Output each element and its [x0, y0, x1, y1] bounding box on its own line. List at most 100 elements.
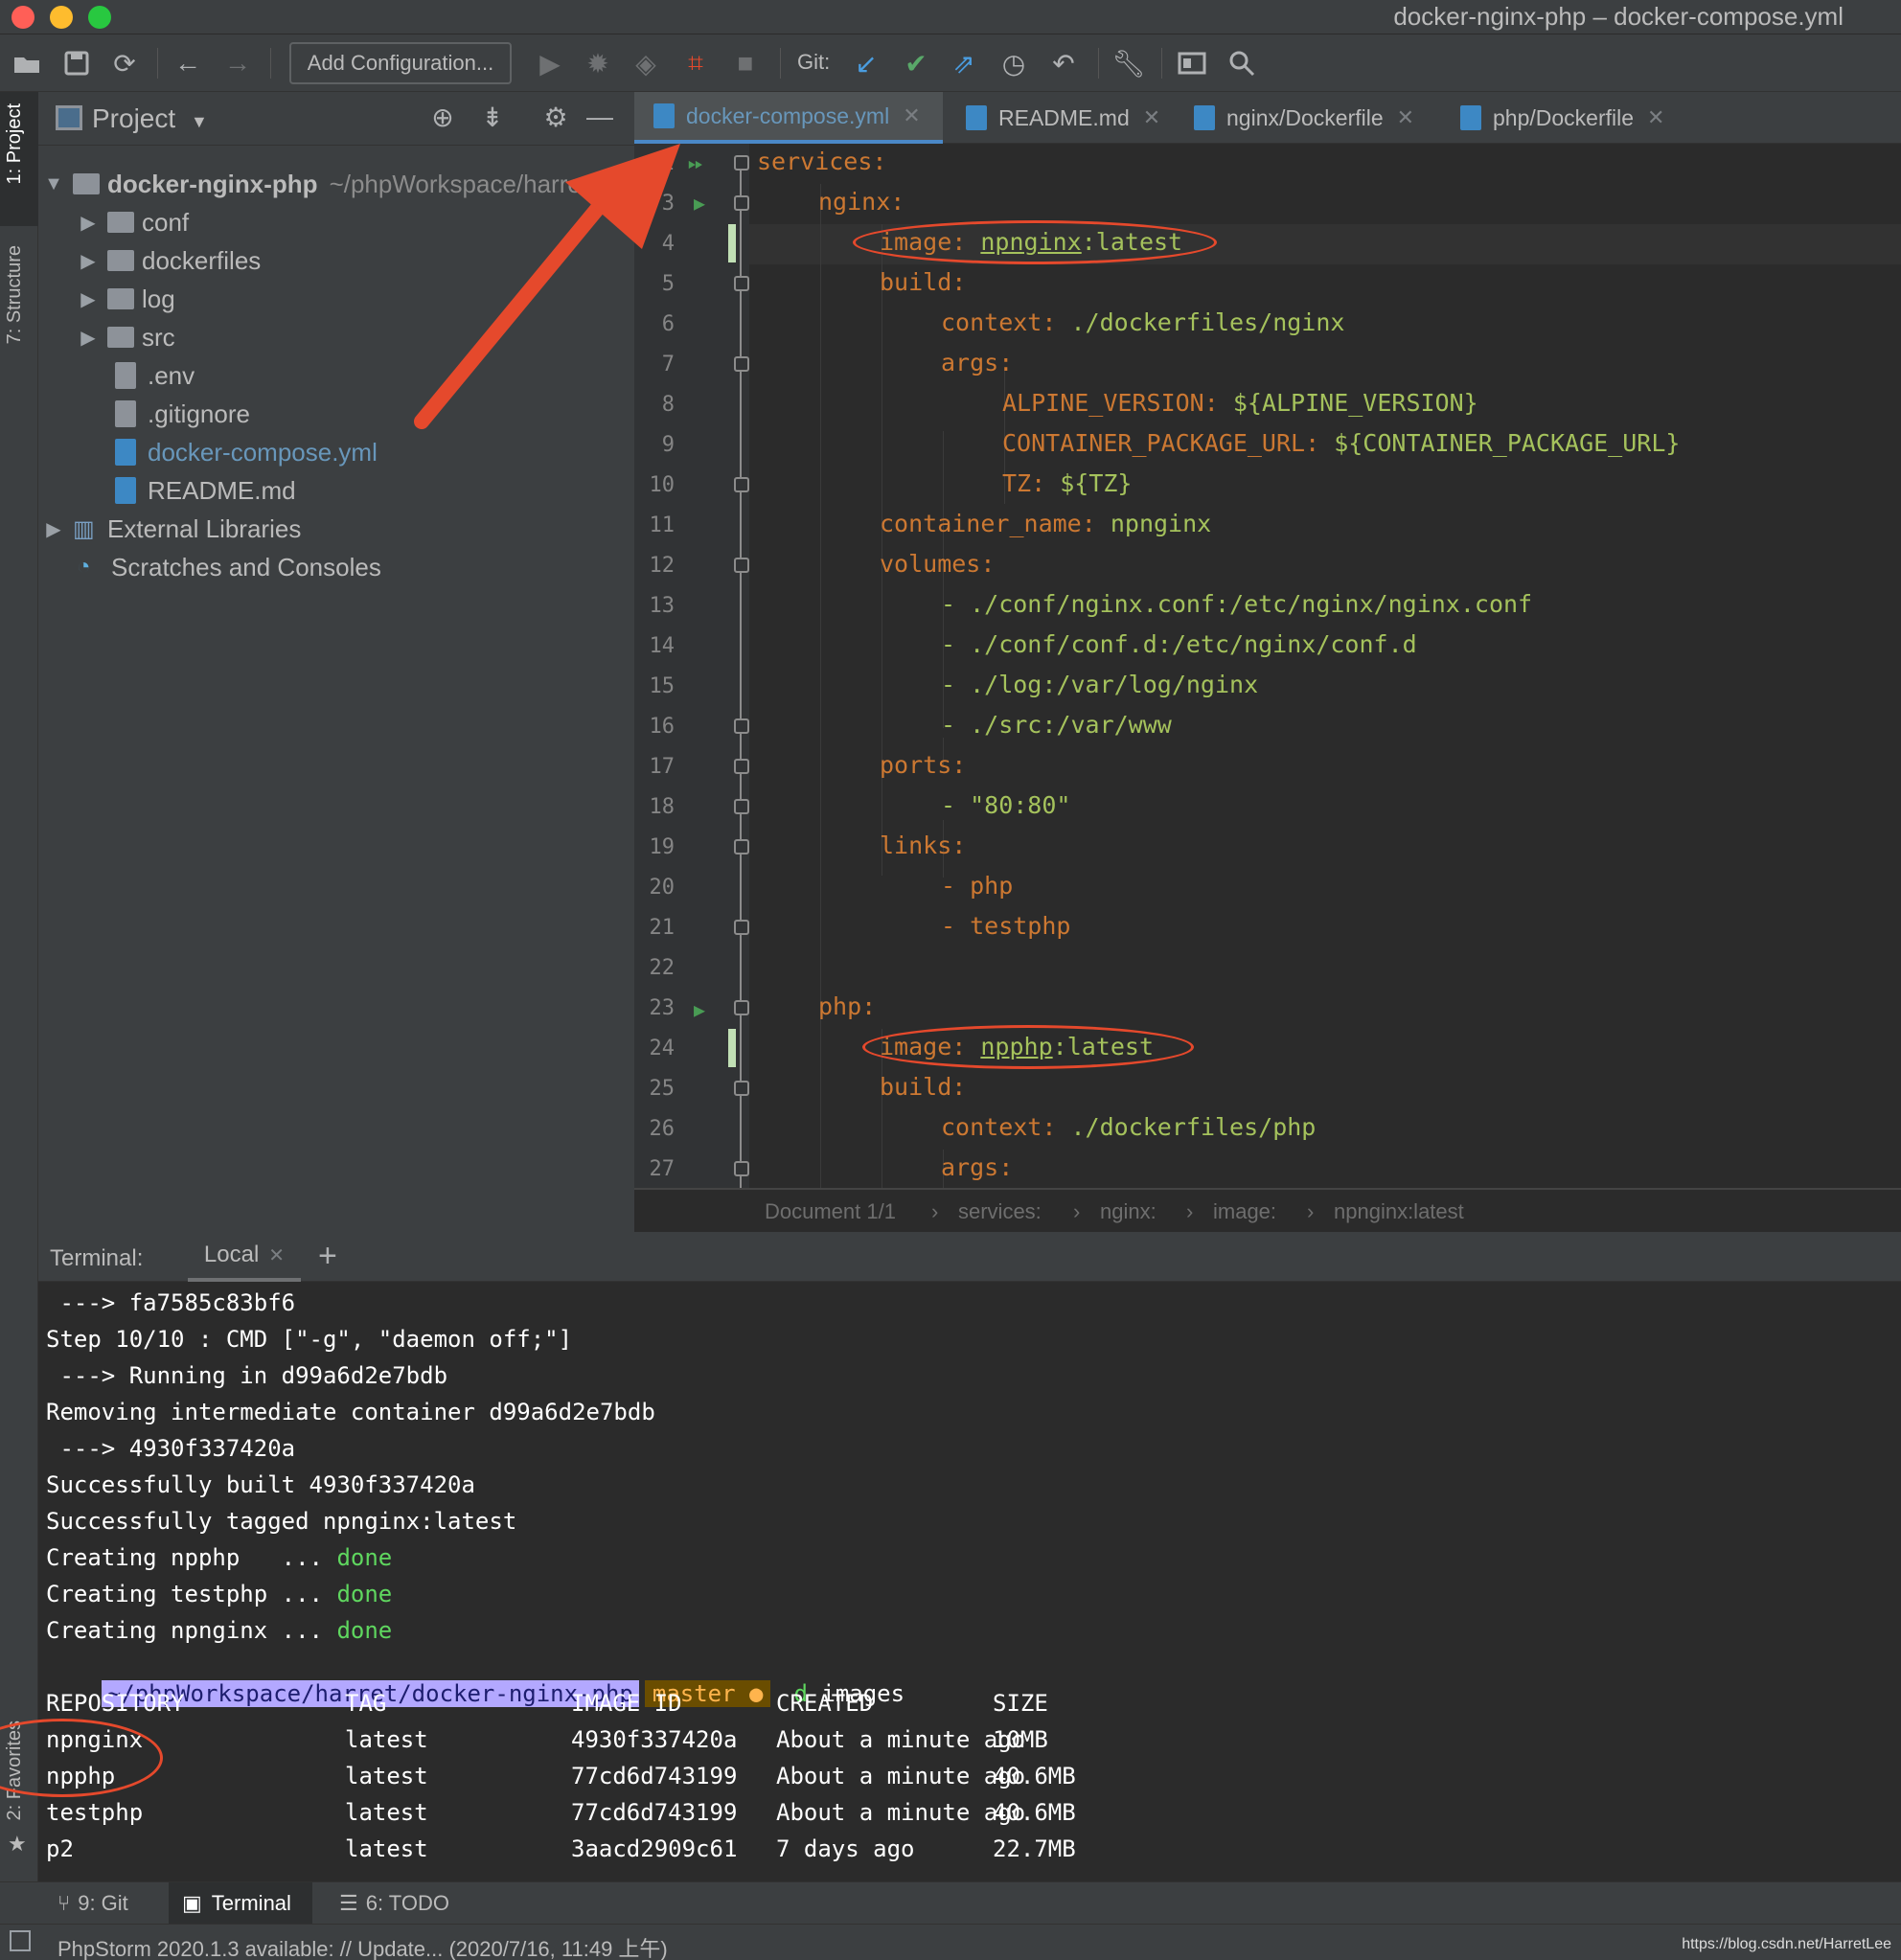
terminal-tool-button[interactable]: ▣ Terminal [169, 1882, 312, 1925]
fold-marker-icon[interactable] [734, 718, 749, 734]
yaml-key: ALPINE_VERSION: [1002, 389, 1219, 417]
yaml-key: args: [941, 1153, 1014, 1181]
fold-marker-icon[interactable] [734, 920, 749, 935]
table-cell: latest [345, 1763, 428, 1789]
fold-marker-icon[interactable] [734, 839, 749, 855]
search-icon[interactable] [1223, 44, 1261, 82]
fold-marker-icon[interactable] [734, 759, 749, 774]
title-bar: docker-nginx-php – docker-compose.yml [0, 0, 1901, 34]
coverage-icon[interactable]: ◈ [627, 44, 665, 82]
window-title: docker-nginx-php – docker-compose.yml [1393, 2, 1844, 31]
project-tool-tab[interactable]: 1: Project [0, 92, 38, 226]
git-update-icon[interactable]: ↙ [847, 44, 885, 82]
run-service-icon[interactable]: ▶ [694, 192, 705, 215]
tab-readme[interactable]: README.md ✕ [947, 92, 1173, 144]
close-icon[interactable]: ✕ [1143, 105, 1160, 130]
yaml-value: ${TZ} [1060, 469, 1133, 497]
hide-panel-icon[interactable]: — [583, 102, 617, 136]
tree-item-label: README.md [148, 475, 296, 505]
status-message[interactable]: PhpStorm 2020.1.3 available: // Update..… [57, 1932, 668, 1960]
fold-marker-icon[interactable] [734, 1161, 749, 1176]
tree-item-env[interactable]: .env [115, 356, 195, 395]
close-icon[interactable]: ✕ [1397, 105, 1414, 130]
todo-tool-label: 6: TODO [365, 1891, 449, 1915]
fold-marker-icon[interactable] [734, 1081, 749, 1096]
structure-tool-tab[interactable]: 7: Structure [4, 245, 26, 344]
terminal-tab-local[interactable]: Local ✕ [188, 1232, 301, 1282]
close-icon[interactable]: ✕ [903, 103, 920, 128]
table-cell: 3aacd2909c61 [571, 1835, 738, 1862]
collapse-all-icon[interactable]: ⇟ [475, 102, 510, 136]
tree-item-docker-compose[interactable]: docker-compose.yml [115, 433, 378, 471]
close-icon[interactable]: ✕ [1647, 105, 1664, 130]
save-icon[interactable] [57, 44, 96, 82]
line-number: 20 [649, 876, 676, 900]
toggle-tool-windows-icon[interactable] [10, 1930, 31, 1951]
rollback-icon[interactable]: ↶ [1044, 44, 1083, 82]
add-configuration-button[interactable]: Add Configuration... [289, 42, 512, 84]
git-push-icon[interactable]: ⇗ [945, 44, 983, 82]
folder-icon [107, 250, 134, 271]
gear-icon[interactable]: ⚙ [538, 102, 573, 136]
yaml-key: php: [818, 992, 877, 1020]
fold-marker-icon[interactable] [734, 558, 749, 573]
line-number: 22 [649, 956, 676, 980]
editor-breadcrumb: Document 1/1 › services: › nginx: › imag… [634, 1188, 1901, 1232]
chevron-right-icon: › [1307, 1199, 1315, 1223]
close-icon[interactable]: ✕ [268, 1243, 285, 1267]
breadcrumb-item[interactable]: Document 1/1 [765, 1199, 896, 1224]
line-number: 21 [649, 916, 676, 940]
settings-wrench-icon[interactable]: 🔧︎ [1110, 44, 1148, 82]
tree-item-gitignore[interactable]: .gitignore [115, 395, 250, 433]
run-icon[interactable]: ▶ [531, 44, 569, 82]
window-minimize-button[interactable] [50, 6, 73, 29]
code-line-13: - ./conf/nginx.conf:/etc/nginx/nginx.con… [941, 590, 1533, 618]
fold-marker-icon[interactable] [734, 356, 749, 372]
tree-item-conf[interactable]: ▶ conf [77, 203, 189, 241]
git-tool-button[interactable]: ⑂ 9: Git [57, 1882, 128, 1925]
attach-debugger-icon[interactable]: ⌗ [676, 44, 715, 82]
tree-item-log[interactable]: ▶ log [77, 280, 174, 318]
debug-icon[interactable]: ✹ [579, 44, 617, 82]
open-folder-icon[interactable] [8, 44, 46, 82]
git-commit-icon[interactable]: ✔ [897, 44, 935, 82]
tab-nginx-dockerfile[interactable]: nginx/Dockerfile ✕ [1175, 92, 1439, 144]
fold-marker-icon[interactable] [734, 477, 749, 492]
window-maximize-button[interactable] [88, 6, 111, 29]
fold-marker-icon[interactable] [734, 799, 749, 814]
add-terminal-icon[interactable]: + [318, 1238, 337, 1275]
fold-marker-icon[interactable] [734, 276, 749, 291]
code-line-14: - ./conf/conf.d:/etc/nginx/conf.d [941, 630, 1417, 658]
code-line-12: volumes: [880, 550, 995, 578]
breadcrumb-item[interactable]: npnginx:latest [1334, 1199, 1464, 1224]
todo-tool-button[interactable]: ☰ 6: TODO [339, 1882, 449, 1925]
run-all-icon[interactable]: ⏩︎ [688, 151, 703, 174]
list-icon: ☰ [339, 1891, 358, 1915]
forward-arrow-icon[interactable]: → [218, 44, 257, 82]
fold-marker-icon[interactable] [734, 155, 749, 171]
window-close-button[interactable] [11, 6, 34, 29]
history-icon[interactable]: ◷ [995, 44, 1033, 82]
breadcrumb-item[interactable]: image: [1213, 1199, 1276, 1224]
project-view-selector[interactable]: Project ▼ [92, 103, 208, 134]
code-editor[interactable]: 2345678910111213141516171819202122232425… [634, 144, 1901, 1188]
tree-item-dockerfiles[interactable]: ▶ dockerfiles [77, 241, 261, 280]
terminal-output[interactable]: ---> fa7585c83bf6 Step 10/10 : CMD ["-g"… [0, 1282, 1901, 1881]
sync-icon[interactable]: ⟳ [105, 44, 144, 82]
breadcrumb-item[interactable]: nginx: [1100, 1199, 1157, 1224]
tree-item-external-libraries[interactable]: ▶ ▥ External Libraries [42, 510, 301, 548]
run-service-icon[interactable]: ▶ [694, 998, 705, 1021]
code-line-25: build: [880, 1073, 966, 1101]
back-arrow-icon[interactable]: ← [169, 44, 207, 82]
fold-marker-icon[interactable] [734, 1000, 749, 1015]
expand-arrow-icon: ▼ [44, 172, 63, 194]
project-structure-icon[interactable] [1173, 44, 1211, 82]
tree-item-src[interactable]: ▶ src [77, 318, 174, 356]
stop-icon[interactable]: ■ [726, 44, 765, 82]
breadcrumb-item[interactable]: services: [958, 1199, 1042, 1224]
tab-php-dockerfile[interactable]: php/Dockerfile ✕ [1441, 92, 1702, 144]
tree-item-readme[interactable]: README.md [115, 471, 296, 510]
locate-file-icon[interactable]: ⊕ [425, 102, 460, 136]
fold-marker-icon[interactable] [734, 195, 749, 211]
tree-item-scratches[interactable]: ◔ Scratches and Consoles [77, 548, 381, 586]
